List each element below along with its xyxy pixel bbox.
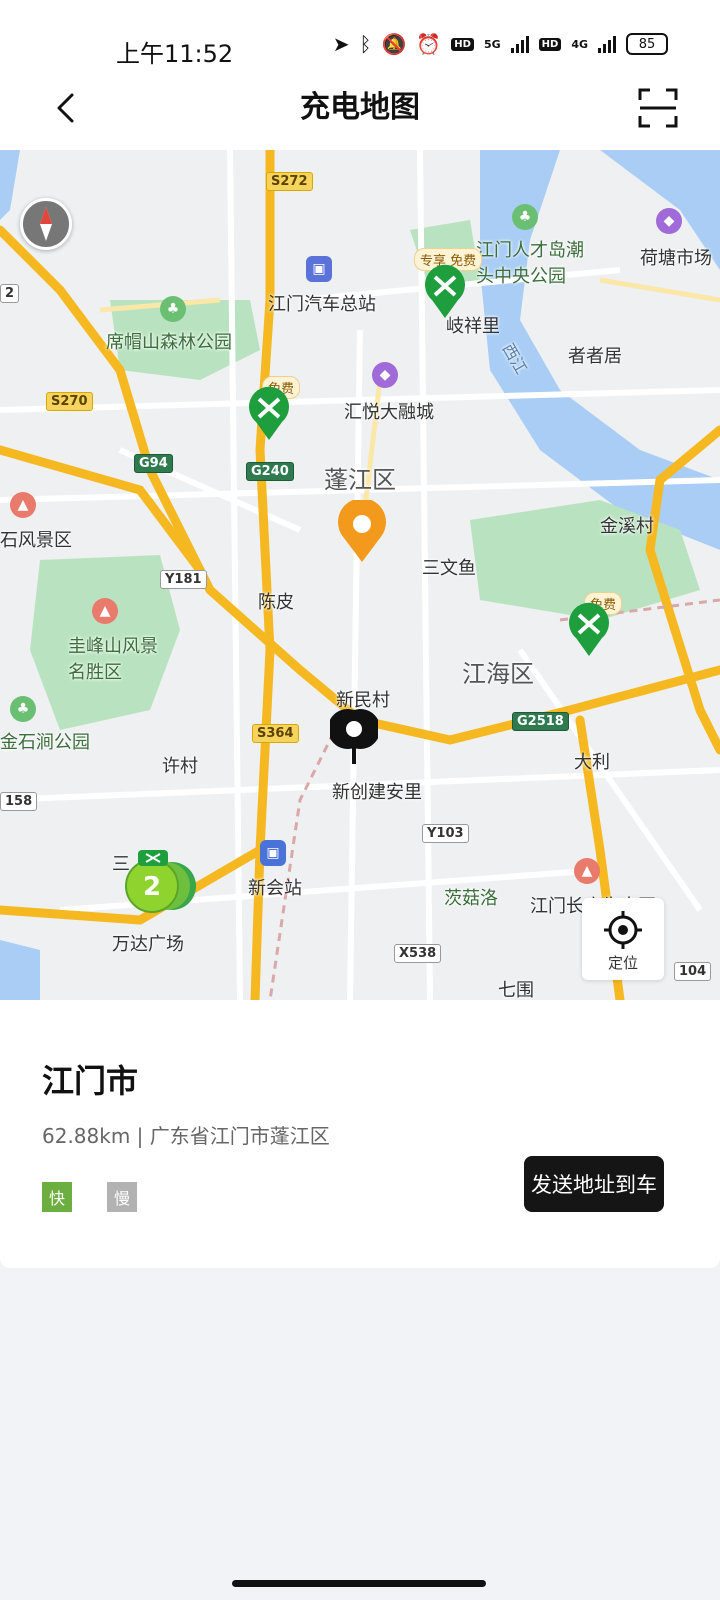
shopping-icon[interactable]: ◆ (372, 362, 398, 388)
poi-guifeng[interactable]: 圭峰山风景名胜区 (68, 632, 168, 684)
road-shield: G2518 (512, 712, 569, 731)
signal-bars-icon (510, 35, 529, 53)
send-address-to-car-button[interactable]: 发送地址到车 (524, 1156, 664, 1212)
destination-pin-icon[interactable] (336, 500, 388, 566)
header: 充电地图 (0, 70, 720, 150)
poi-rencai-island[interactable]: 江门人才岛潮头中央公园 (476, 236, 600, 288)
poi-shijian-park[interactable]: 金石涧公园 (0, 728, 90, 754)
poi-xinchuang: 新创建安里 (332, 782, 422, 803)
poi-xucun: 许村 (162, 756, 198, 777)
scan-frame-icon (638, 88, 678, 128)
road-shield: S364 (252, 724, 299, 743)
district-label-pengjiang: 蓬江区 (324, 466, 396, 494)
status-icons: ➤ ᛒ 🔕 ⏰ HD 5G HD 4G 85 (333, 32, 668, 56)
charging-station-icon[interactable] (566, 602, 612, 658)
locate-label: 定位 (607, 954, 638, 972)
scan-button[interactable] (636, 86, 680, 130)
location-distance-address: 62.88km | 广东省江门市蓬江区 (42, 1124, 330, 1148)
alarm-icon: ⏰ (416, 32, 442, 56)
compass-icon (40, 207, 52, 241)
poi-jiangmen-bus-station[interactable]: 江门汽车总站 (268, 290, 376, 316)
district-label-jianghai: 江海区 (462, 660, 534, 688)
map-base (0, 150, 720, 1000)
poi-jinxi: 金溪村 (600, 516, 654, 537)
poi-zhezhe: 者者居 (568, 346, 622, 367)
location-arrow-icon: ➤ (332, 32, 350, 56)
poi-sanwenyu: 三文鱼 (422, 558, 476, 579)
scenic-icon[interactable]: ▲ (10, 492, 36, 518)
status-time: 上午11:52 (116, 40, 234, 68)
shopping-icon[interactable]: ◆ (656, 208, 682, 234)
signal-bars-icon-2 (598, 35, 616, 53)
poi-shifeng[interactable]: 石风景区 (0, 526, 72, 552)
compass-button[interactable] (20, 198, 72, 250)
map-view[interactable]: 蓬江区 江海区 江门汽车总站 席帽山森林公园 汇悦大融城 江门人才岛潮头中央公园… (0, 150, 720, 1000)
home-indicator[interactable] (232, 1580, 486, 1587)
road-shield: G240 (246, 462, 294, 481)
slow-charge-badge: 慢 (107, 1182, 137, 1212)
poi-hetang[interactable]: 荷塘市场 (640, 244, 712, 270)
road-shield: G94 (134, 454, 173, 473)
train-station-icon[interactable]: ▣ (260, 840, 286, 866)
poi-xinhui-station[interactable]: 新会站 (248, 874, 302, 900)
current-location-pin-icon[interactable] (330, 708, 378, 770)
location-info-card: 江门市 62.88km | 广东省江门市蓬江区 快 慢 发送地址到车 (0, 1000, 720, 1268)
poi-chenpi: 陈皮 (258, 592, 294, 613)
poi-dali: 大利 (574, 752, 610, 773)
poi-wanda[interactable]: 万达广场 (112, 930, 184, 956)
road-shield: Y103 (422, 824, 469, 843)
poi-huiyue[interactable]: 汇悦大融城 (344, 398, 434, 424)
network-5g: 5G (483, 37, 501, 51)
page-title: 充电地图 (300, 90, 420, 125)
hd-badge: HD (451, 37, 474, 51)
road-shield: 2 (0, 284, 20, 303)
battery-icon: 85 (626, 33, 668, 55)
scenic-icon[interactable]: ▲ (574, 858, 600, 884)
mute-icon: 🔕 (381, 32, 407, 56)
park-icon[interactable]: ♣ (512, 204, 538, 230)
scenic-icon[interactable]: ▲ (92, 598, 118, 624)
fast-charge-badge: 快 (42, 1182, 72, 1212)
poi-qiwei: 七围 (498, 980, 534, 1000)
cluster-count: 2 (142, 872, 162, 902)
road-shield: X538 (394, 944, 442, 963)
network-4g: 4G (571, 37, 588, 51)
park-icon[interactable]: ♣ (10, 696, 36, 722)
road-shield: Y181 (160, 570, 207, 589)
park-icon[interactable]: ♣ (160, 296, 186, 322)
charging-station-icon[interactable] (422, 264, 468, 320)
road-shield: S270 (46, 392, 93, 411)
road-shield: 158 (0, 792, 38, 811)
hd-badge-2: HD (538, 37, 562, 51)
poi-ximao-park[interactable]: 席帽山森林公园 (106, 328, 232, 354)
location-title: 江门市 (42, 1062, 139, 1100)
bluetooth-icon: ᛒ (359, 32, 372, 56)
bus-station-icon[interactable]: ▣ (306, 256, 332, 282)
locate-button[interactable]: 定位 (582, 898, 664, 980)
crosshair-icon (604, 911, 642, 949)
charging-station-icon[interactable] (246, 386, 292, 442)
poi-cigulu: 茨菇洛 (444, 888, 498, 909)
road-shield: S272 (266, 172, 313, 191)
road-shield: 104 (674, 962, 712, 981)
